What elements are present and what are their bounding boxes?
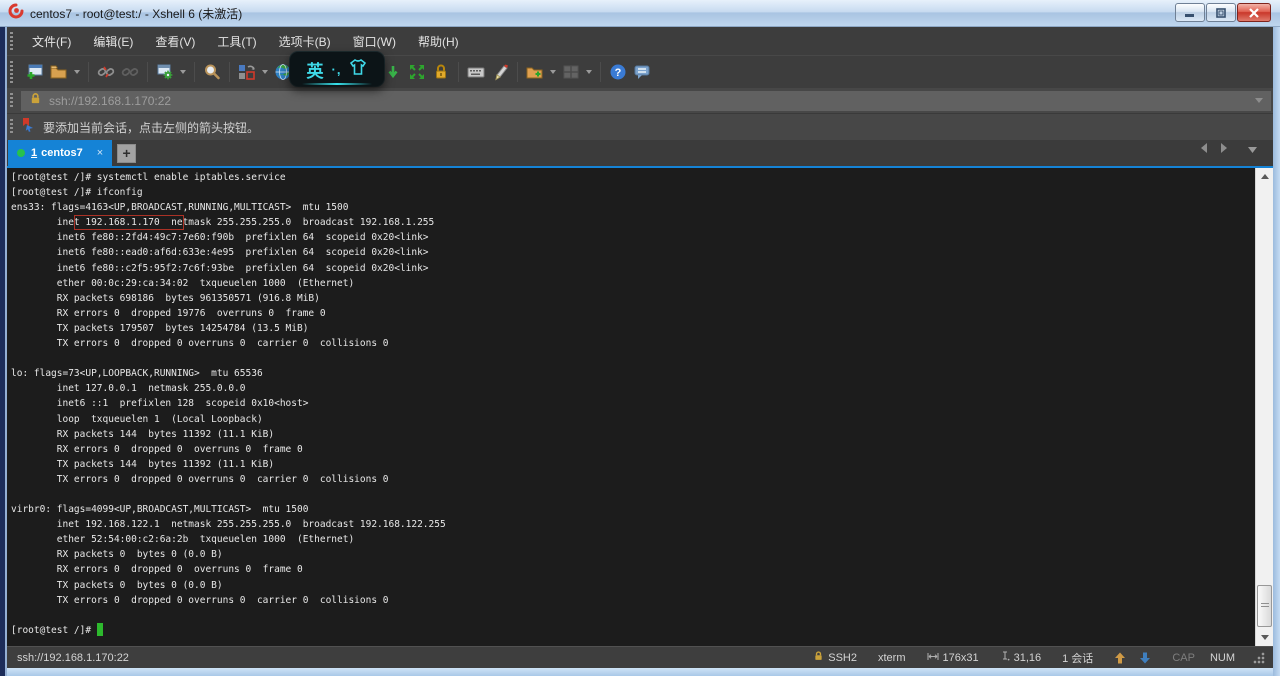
toolbar-grip[interactable] bbox=[10, 61, 13, 83]
tab-title: centos7 bbox=[41, 147, 83, 159]
terminal-cursor bbox=[97, 623, 103, 636]
tab-bar: 1 centos7 × + bbox=[7, 140, 1273, 168]
status-num-lock: NUM bbox=[1203, 652, 1242, 664]
toolbar-separator bbox=[229, 62, 230, 82]
toolbar-separator bbox=[194, 62, 195, 82]
terminal-area: [root@test /]# systemctl enable iptables… bbox=[7, 168, 1273, 646]
layout-dropdown[interactable] bbox=[583, 60, 595, 84]
titlebar: centos7 - root@test:/ - Xshell 6 (未激活) bbox=[0, 0, 1280, 27]
scrollbar-thumb[interactable] bbox=[1257, 585, 1272, 627]
disconnect-button[interactable] bbox=[94, 60, 118, 84]
toolbar-separator bbox=[600, 62, 601, 82]
resize-grip[interactable] bbox=[1253, 652, 1265, 664]
window-title: centos7 - root@test:/ - Xshell 6 (未激活) bbox=[30, 5, 242, 22]
status-protocol: SSH2 bbox=[806, 650, 864, 665]
menu-tab[interactable]: 选项卡(B) bbox=[268, 29, 342, 54]
virtual-keyboard-button[interactable] bbox=[464, 60, 488, 84]
ssh-lock-icon bbox=[813, 650, 824, 665]
ime-skin-icon[interactable] bbox=[349, 59, 367, 80]
menu-file[interactable]: 文件(F) bbox=[21, 29, 82, 54]
status-terminal-type: xterm bbox=[871, 652, 913, 664]
app-icon bbox=[8, 3, 24, 24]
status-url: ssh://192.168.1.170:22 bbox=[17, 652, 129, 664]
terminal-screen[interactable]: [root@test /]# systemctl enable iptables… bbox=[7, 168, 1255, 646]
address-url: ssh://192.168.1.170:22 bbox=[49, 94, 171, 108]
tab-close-icon[interactable]: × bbox=[97, 147, 103, 159]
menu-tools[interactable]: 工具(T) bbox=[206, 29, 267, 54]
scrollbar-up-button[interactable] bbox=[1256, 168, 1273, 185]
minimize-button[interactable] bbox=[1175, 3, 1205, 22]
address-dropdown-icon[interactable] bbox=[1255, 98, 1263, 103]
terminal-output: [root@test /]# systemctl enable iptables… bbox=[7, 168, 1255, 638]
tab-centos7[interactable]: 1 centos7 × bbox=[8, 140, 112, 166]
status-session-count: 1 会话 bbox=[1055, 650, 1100, 666]
open-session-dropdown[interactable] bbox=[71, 60, 83, 84]
scroll-up-arrow-icon[interactable] bbox=[1107, 652, 1133, 664]
screen-size-icon bbox=[927, 652, 939, 664]
toolbar-separator bbox=[88, 62, 89, 82]
address-lock-icon bbox=[29, 92, 42, 110]
new-session-button[interactable] bbox=[23, 60, 47, 84]
close-button[interactable] bbox=[1237, 3, 1271, 22]
address-bar: ssh://192.168.1.170:22 bbox=[7, 88, 1273, 113]
feedback-chat-button[interactable] bbox=[630, 60, 654, 84]
scroll-down-arrow-icon[interactable] bbox=[1132, 652, 1158, 664]
noticebar-grip[interactable] bbox=[10, 119, 13, 135]
status-cursor-position: 31,16 bbox=[993, 651, 1049, 664]
address-field[interactable]: ssh://192.168.1.170:22 bbox=[21, 91, 1271, 111]
tab-connected-dot bbox=[17, 149, 25, 157]
session-properties-button[interactable] bbox=[153, 60, 177, 84]
highlighter-pen-button[interactable] bbox=[488, 60, 512, 84]
toolbar-separator bbox=[517, 62, 518, 82]
tab-number: 1 bbox=[31, 147, 37, 159]
restore-button[interactable] bbox=[1206, 3, 1236, 22]
tab-scroll-right-icon[interactable] bbox=[1220, 140, 1228, 158]
new-tab-button[interactable]: + bbox=[117, 144, 136, 163]
terminal-scrollbar[interactable] bbox=[1255, 168, 1273, 646]
notice-text: 要添加当前会话，点击左侧的箭头按钮。 bbox=[43, 119, 259, 136]
window-border-right bbox=[1273, 27, 1280, 676]
tab-list-dropdown-icon[interactable] bbox=[1248, 140, 1257, 158]
add-session-flag-icon[interactable] bbox=[21, 117, 36, 137]
notice-bar: 要添加当前会话，点击左侧的箭头按钮。 bbox=[7, 113, 1273, 140]
help-button[interactable]: ? bbox=[606, 60, 630, 84]
menu-edit[interactable]: 编辑(E) bbox=[82, 29, 144, 54]
menu-help[interactable]: 帮助(H) bbox=[407, 29, 470, 54]
menu-view[interactable]: 查看(V) bbox=[144, 29, 206, 54]
fullscreen-button[interactable] bbox=[405, 60, 429, 84]
status-caps-lock: CAP bbox=[1165, 652, 1202, 664]
compose-bar-dropdown[interactable] bbox=[259, 60, 271, 84]
open-session-button[interactable] bbox=[47, 60, 71, 84]
svg-text:?: ? bbox=[615, 67, 622, 79]
menubar-grip[interactable] bbox=[10, 32, 13, 50]
menu-window[interactable]: 窗口(W) bbox=[342, 29, 407, 54]
compose-bar-button[interactable] bbox=[235, 60, 259, 84]
status-screen-size: 176x31 bbox=[920, 652, 986, 664]
status-bar: ssh://192.168.1.170:22 SSH2 xterm 176x31… bbox=[7, 646, 1273, 668]
layout-button[interactable] bbox=[559, 60, 583, 84]
addressbar-grip[interactable] bbox=[10, 93, 13, 108]
toolbar: ? bbox=[7, 55, 1273, 88]
ime-language-mode-button[interactable]: 英 bbox=[307, 57, 324, 82]
ime-popup: 英 ·, bbox=[290, 52, 384, 86]
menu-bar: 文件(F) 编辑(E) 查看(V) 工具(T) 选项卡(B) 窗口(W) 帮助(… bbox=[7, 27, 1273, 55]
tab-scroll-left-icon[interactable] bbox=[1200, 140, 1208, 158]
cursor-position-icon bbox=[1000, 651, 1010, 664]
toolbar-separator bbox=[458, 62, 459, 82]
session-properties-dropdown[interactable] bbox=[177, 60, 189, 84]
lock-screen-button[interactable] bbox=[429, 60, 453, 84]
scrollbar-down-button[interactable] bbox=[1256, 629, 1273, 646]
input-language-arrow-icon[interactable] bbox=[381, 60, 405, 84]
new-session-tab-button[interactable] bbox=[523, 60, 547, 84]
ip-highlight-box bbox=[74, 215, 184, 230]
ime-punctuation-button[interactable]: ·, bbox=[332, 62, 342, 77]
toolbar-separator bbox=[147, 62, 148, 82]
window-border-bottom bbox=[7, 668, 1273, 676]
reconnect-button[interactable] bbox=[118, 60, 142, 84]
find-button[interactable] bbox=[200, 60, 224, 84]
new-session-tab-dropdown[interactable] bbox=[547, 60, 559, 84]
xshell-window: centos7 - root@test:/ - Xshell 6 (未激活) 文… bbox=[0, 0, 1280, 676]
